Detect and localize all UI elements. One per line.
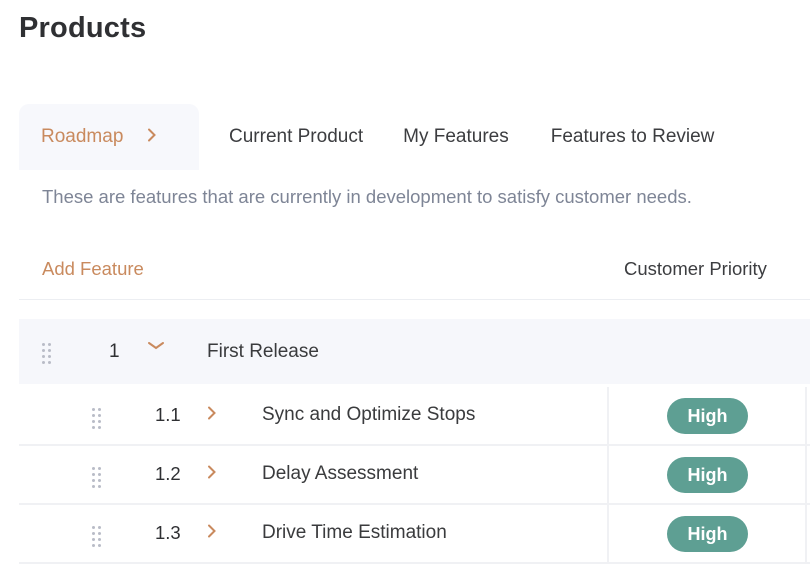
feature-name[interactable]: Delay Assessment [262,463,418,485]
feature-number: 1.1 [155,404,181,425]
feature-number: 1.2 [155,463,181,484]
priority-badge[interactable]: High [667,398,748,434]
release-group-row[interactable]: 1 First Release [19,319,810,384]
cell-divider [805,505,807,562]
cell-divider [805,387,807,444]
feature-name[interactable]: Sync and Optimize Stops [262,404,475,426]
tab-bar: Roadmap Current Product My Features Feat… [19,104,734,170]
header-divider [19,299,810,300]
tab-my-features[interactable]: My Features [383,104,529,170]
cell-divider [805,446,807,503]
cell-divider [607,446,609,503]
cell-divider [607,387,609,444]
group-number: 1 [109,340,120,362]
drag-handle-icon[interactable] [92,526,101,547]
customer-priority-column-header[interactable]: Customer Priority [624,258,767,280]
chevron-down-icon[interactable] [147,338,165,356]
tab-label: Current Product [229,126,364,147]
products-page: Products Roadmap Current Product My Feat… [0,0,810,576]
drag-handle-icon[interactable] [92,408,101,429]
drag-handle-icon[interactable] [42,343,51,364]
page-title: Products [19,12,147,44]
tab-features-to-review[interactable]: Features to Review [531,104,735,170]
chevron-right-icon [147,127,157,147]
tab-roadmap[interactable]: Roadmap [19,104,199,170]
chevron-right-icon[interactable] [207,463,217,484]
add-feature-button[interactable]: Add Feature [42,258,144,280]
tab-description: These are features that are currently in… [42,186,692,207]
tab-label: Roadmap [41,126,124,147]
chevron-right-icon[interactable] [207,522,217,543]
feature-name[interactable]: Drive Time Estimation [262,522,447,544]
cell-divider [607,505,609,562]
feature-row[interactable]: 1.2 Delay Assessment High [19,446,810,505]
chevron-right-icon[interactable] [207,404,217,425]
priority-badge[interactable]: High [667,516,748,552]
tab-label: My Features [403,126,509,147]
drag-handle-icon[interactable] [92,467,101,488]
feature-row[interactable]: 1.1 Sync and Optimize Stops High [19,387,810,446]
feature-row[interactable]: 1.3 Drive Time Estimation High [19,505,810,564]
priority-badge[interactable]: High [667,457,748,493]
tab-label: Features to Review [550,126,715,147]
group-name: First Release [207,340,319,362]
tab-current-product[interactable]: Current Product [209,104,383,170]
feature-number: 1.3 [155,522,181,543]
